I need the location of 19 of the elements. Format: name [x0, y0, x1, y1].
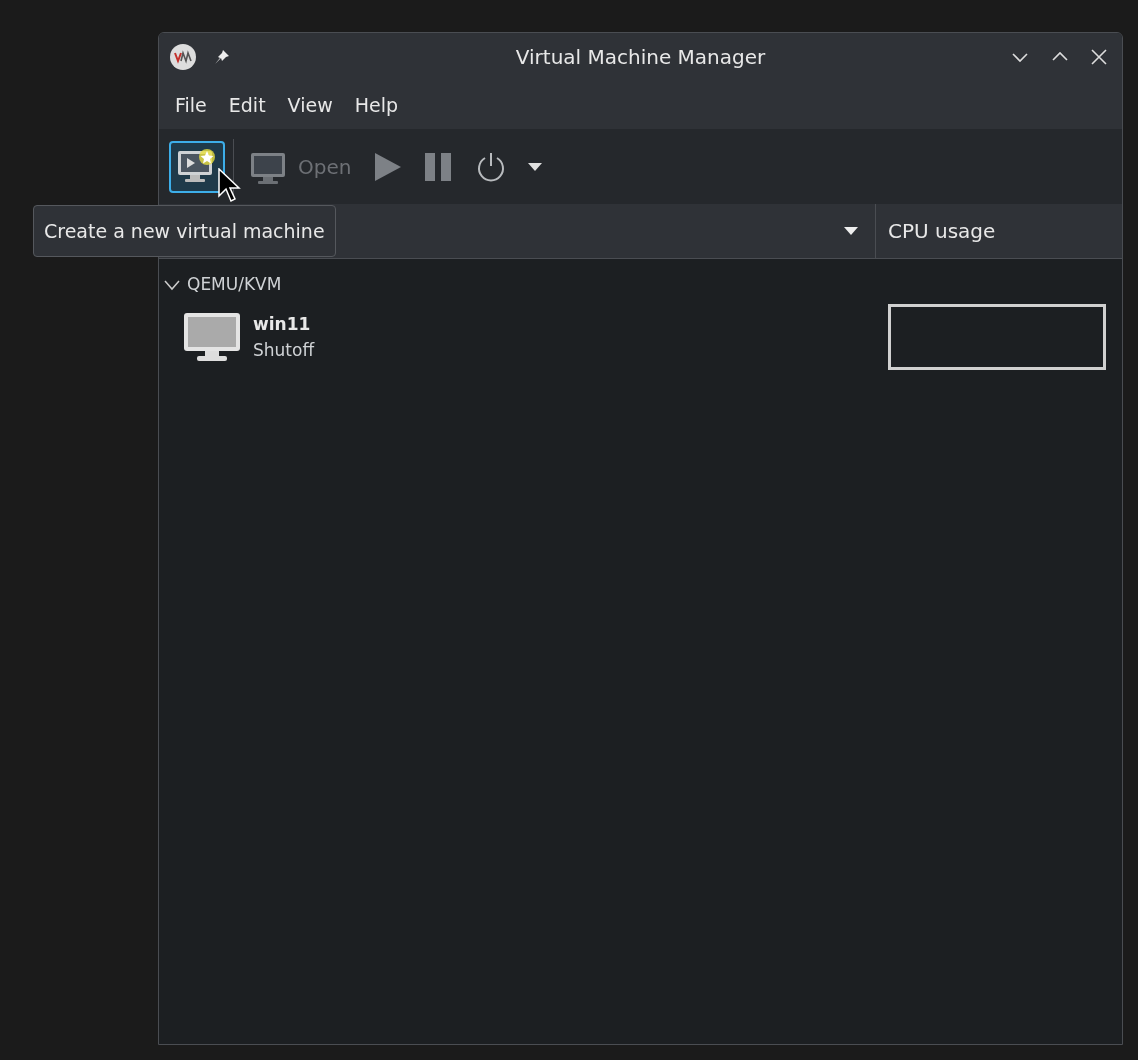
dropdown-arrow-icon: [527, 161, 544, 172]
menu-item[interactable]: View: [277, 86, 343, 124]
mouse-cursor-icon: [218, 168, 242, 204]
menu-item[interactable]: Edit: [218, 86, 276, 124]
monitor-icon: [183, 312, 241, 362]
menu-item[interactable]: File: [165, 86, 217, 124]
vm-name[interactable]: win11: [253, 311, 315, 337]
column-header[interactable]: CPU usage: [888, 216, 996, 246]
connection-label[interactable]: QEMU/KVM: [187, 272, 282, 298]
menu-item[interactable]: Help: [344, 86, 408, 124]
chevron-down-icon[interactable]: [163, 279, 181, 291]
close-icon[interactable]: [1090, 48, 1108, 66]
pin-icon[interactable]: [213, 48, 231, 66]
app-logo-icon: [169, 43, 197, 71]
vm-status: Shutoff: [253, 339, 315, 362]
window-title: Virtual Machine Manager: [515, 44, 766, 71]
dropdown-arrow-icon[interactable]: [843, 226, 859, 236]
tooltip: Create a new virtual machine: [33, 205, 336, 257]
new-vm-button[interactable]: [169, 140, 225, 193]
